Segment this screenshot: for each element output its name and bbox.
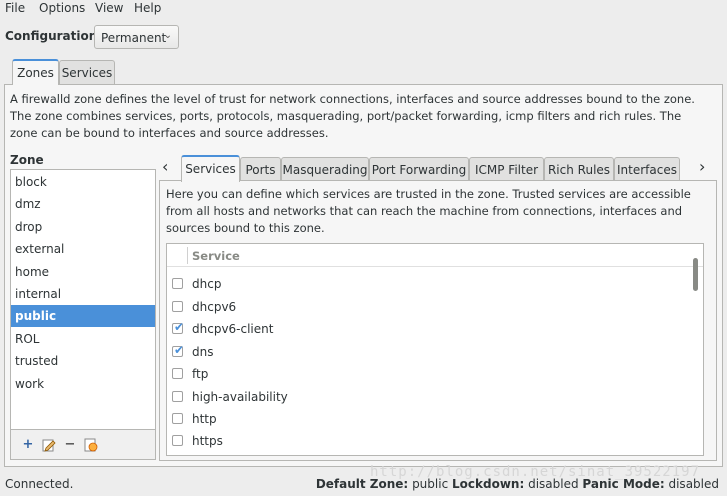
tab-zones[interactable]: Zones xyxy=(12,59,59,85)
tab-inner-port-forwarding-label: Port Forwarding xyxy=(371,163,467,177)
checkmark-icon: ✔ xyxy=(174,343,185,357)
zone-item-work[interactable]: work xyxy=(11,373,155,395)
default-zone-label: Default Zone: xyxy=(315,477,409,491)
menu-help[interactable]: Help xyxy=(134,1,161,15)
service-row-ftp[interactable]: ftp xyxy=(167,363,687,385)
zone-item-block[interactable]: block xyxy=(11,171,155,193)
lockdown-value: disabled xyxy=(528,477,579,491)
service-checkbox-checked[interactable]: ✔ xyxy=(172,343,185,357)
service-checkbox[interactable] xyxy=(172,391,183,402)
tab-services[interactable]: Services xyxy=(59,60,115,85)
menu-options[interactable]: Options xyxy=(39,1,85,15)
service-name: dhcpv6-client xyxy=(192,322,274,336)
service-row-http[interactable]: http xyxy=(167,408,687,430)
zone-toolbar: + − xyxy=(10,430,156,460)
tab-inner-services-label: Services xyxy=(185,162,236,176)
tab-inner-rich-rules-label: Rich Rules xyxy=(547,163,611,177)
tab-inner-port-forwarding[interactable]: Port Forwarding xyxy=(369,157,469,181)
zone-item-home[interactable]: home xyxy=(11,261,155,283)
service-checkbox[interactable] xyxy=(172,413,183,424)
panic-mode-value: disabled xyxy=(668,477,719,491)
service-row-high-availability[interactable]: high-availability xyxy=(167,386,687,408)
zone-list: block dmz drop external home internal pu… xyxy=(10,169,156,430)
minus-icon[interactable]: − xyxy=(63,438,77,452)
default-zone-value: public xyxy=(412,477,449,491)
zone-description: A firewalld zone defines the level of tr… xyxy=(10,92,695,140)
configuration-select[interactable]: Permanent ⌄ xyxy=(94,25,179,49)
zone-item-public[interactable]: public xyxy=(11,305,155,327)
service-list-header[interactable]: Service xyxy=(167,244,703,267)
menu-file[interactable]: File xyxy=(5,1,25,15)
service-name: ftp xyxy=(192,367,209,381)
service-name: dhcp xyxy=(192,277,222,291)
configuration-value: Permanent xyxy=(101,31,167,45)
menu-bar: File Options View Help xyxy=(0,0,727,18)
tab-inner-rich-rules[interactable]: Rich Rules xyxy=(544,157,614,181)
plus-icon[interactable]: + xyxy=(21,438,35,452)
service-column-header: Service xyxy=(192,249,240,263)
load-defaults-icon[interactable] xyxy=(84,438,98,452)
service-row-dhcpv6-client[interactable]: ✔ dhcpv6-client xyxy=(167,318,687,340)
tab-inner-interfaces[interactable]: Interfaces xyxy=(614,157,680,181)
zone-item-trusted[interactable]: trusted xyxy=(11,350,155,372)
service-row-dhcp[interactable]: dhcp xyxy=(167,273,687,295)
tab-services-label: Services xyxy=(61,66,113,80)
panic-mode-label: Panic Mode: xyxy=(582,477,665,491)
tab-inner-masquerading[interactable]: Masquerading xyxy=(281,157,369,181)
service-checkbox[interactable] xyxy=(172,278,183,289)
service-checkbox[interactable] xyxy=(172,301,183,312)
tab-inner-interfaces-label: Interfaces xyxy=(617,163,677,177)
tab-inner-masquerading-label: Masquerading xyxy=(282,163,368,177)
service-name: high-availability xyxy=(192,390,288,404)
tabs-scroll-left-icon[interactable]: ‹ xyxy=(162,157,168,176)
status-summary: Default Zone: public Lockdown: disabled … xyxy=(316,477,719,491)
tab-inner-icmp-filter[interactable]: ICMP Filter xyxy=(469,157,544,181)
checkmark-icon: ✔ xyxy=(174,320,185,334)
service-name: https xyxy=(192,434,223,448)
tab-inner-ports[interactable]: Ports xyxy=(240,157,281,181)
tab-inner-icmp-filter-label: ICMP Filter xyxy=(474,163,539,177)
configuration-label: Configuration: xyxy=(5,29,103,43)
zone-item-external[interactable]: external xyxy=(11,238,155,260)
menu-view[interactable]: View xyxy=(95,1,123,15)
tab-inner-ports-label: Ports xyxy=(245,163,276,177)
service-row-dns[interactable]: ✔ dns xyxy=(167,341,687,363)
service-row-dhcpv6[interactable]: dhcpv6 xyxy=(167,296,687,318)
header-separator xyxy=(187,247,188,264)
zone-item-rol[interactable]: ROL xyxy=(11,328,155,350)
edit-icon[interactable] xyxy=(42,438,56,452)
service-list-scrollbar[interactable] xyxy=(693,258,698,291)
service-checkbox[interactable] xyxy=(172,435,183,446)
service-checkbox-checked[interactable]: ✔ xyxy=(172,320,185,334)
zone-item-internal[interactable]: internal xyxy=(11,283,155,305)
service-name: http xyxy=(192,412,217,426)
status-connection: Connected. xyxy=(5,477,74,491)
service-name: dns xyxy=(192,345,214,359)
tab-zones-label: Zones xyxy=(17,66,54,80)
tab-inner-services[interactable]: Services xyxy=(181,155,240,182)
service-name: dhcpv6 xyxy=(192,300,237,314)
service-row-https[interactable]: https xyxy=(167,430,687,452)
service-list: Service dhcp dhcpv6 ✔ dhcpv6-client ✔ dn… xyxy=(166,243,704,456)
lockdown-label: Lockdown: xyxy=(452,477,525,491)
tabs-scroll-right-icon[interactable]: › xyxy=(699,157,705,176)
services-description: Here you can define which services are t… xyxy=(166,187,691,235)
chevron-down-icon: ⌄ xyxy=(163,30,172,41)
zone-item-drop[interactable]: drop xyxy=(11,216,155,238)
zone-heading: Zone xyxy=(10,153,44,167)
zone-item-dmz[interactable]: dmz xyxy=(11,193,155,215)
service-checkbox[interactable] xyxy=(172,368,183,379)
